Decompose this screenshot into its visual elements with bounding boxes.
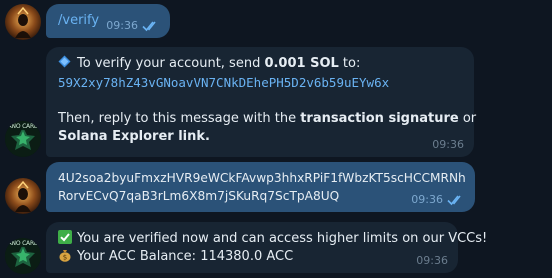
instruction-line-3: Then, reply to this message with the tra… [58, 110, 476, 128]
reply-instruction-suffix: or [458, 111, 477, 126]
message-meta: 09:36 [432, 138, 464, 152]
message-verify-instructions[interactable]: To verify your account, send 0.001 SOL t… [46, 47, 476, 157]
signature-line-1: 4U2soa2byuFmxzHVR9eWCkFAvwp3hhxRPiF1fWbz… [58, 169, 466, 187]
user-avatar[interactable] [5, 178, 41, 214]
instruction-line-1: To verify your account, send 0.001 SOL t… [58, 55, 360, 73]
message-time: 09:36 [411, 193, 443, 206]
verify-command-text[interactable]: /verify [58, 12, 99, 30]
user-avatar[interactable] [5, 4, 41, 40]
double-check-icon [447, 195, 461, 206]
signature-text-2: RorvECvQ7qaB3rLm6X8m7jSKuRq7ScTpA8UQ [58, 189, 340, 203]
transaction-signature-label: transaction signature [300, 111, 459, 126]
signature-line-2: RorvECvQ7qaB3rLm6X8m7jSKuRq7ScTpA8UQ [58, 187, 339, 205]
balance-text: Your ACC Balance: 114380.0 ACC [77, 249, 294, 264]
message-transaction-signature[interactable]: 4U2soa2byuFmxzHVR9eWCkFAvwp3hhxRPiF1fWbz… [46, 162, 475, 212]
instruction-text-suffix: to: [338, 56, 361, 71]
svg-text:$: $ [63, 254, 67, 262]
message-meta: 09:36 [416, 254, 448, 268]
wallet-address-line: 59X2xy78hZ43vGNoavVN7CNkDEhePH5D2v6b59uE… [58, 74, 389, 93]
reply-instruction: Then, reply to this message with the [58, 111, 301, 126]
user-avatar-icon [5, 4, 41, 40]
check-mark-icon [58, 230, 72, 244]
instruction-line-4: Solana Explorer link. [58, 128, 210, 146]
solana-explorer-label: Solana Explorer link. [58, 129, 210, 144]
signature-text-1: 4U2soa2byuFmxzHVR9eWCkFAvwp3hhxRPiF1fWbz… [58, 171, 466, 185]
send-amount: 0.001 SOL [264, 56, 339, 71]
verified-text: You are verified now and can access high… [77, 231, 488, 246]
message-verification-result[interactable]: You are verified now and can access high… [46, 222, 487, 273]
money-bag-icon: $ [59, 250, 71, 262]
double-check-icon [142, 21, 156, 32]
balance-line: $ Your ACC Balance: 114380.0 ACC [58, 248, 293, 266]
verified-line: You are verified now and can access high… [58, 230, 487, 248]
bot-avatar[interactable]: ANO CARD [5, 238, 41, 274]
bot-avatar[interactable]: ANO CARD [5, 121, 41, 157]
instruction-text: To verify your account, send [77, 56, 265, 71]
message-meta: 09:36 [411, 193, 465, 207]
message-time: 09:36 [416, 254, 448, 267]
blue-diamond-icon [58, 55, 71, 68]
message-time: 09:36 [432, 138, 464, 151]
message-time: 09:36 [106, 19, 138, 32]
bot-avatar-label: ANO CARD [7, 123, 39, 130]
message-verify-command[interactable]: /verify 09:36 [46, 4, 170, 38]
wallet-address[interactable]: 59X2xy78hZ43vGNoavVN7CNkDEhePH5D2v6b59uE… [58, 75, 389, 90]
bot-avatar-label: ANO CARD [7, 240, 39, 247]
user-avatar-icon [5, 178, 41, 214]
message-meta: 09:36 [106, 19, 160, 33]
